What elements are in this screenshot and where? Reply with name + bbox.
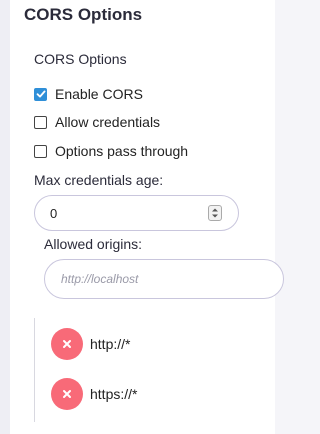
- allowed-origins-list: http://* https://*: [34, 318, 276, 422]
- close-icon: [63, 390, 71, 398]
- max-credentials-age-value: 0: [50, 206, 58, 221]
- origin-value: http://*: [90, 336, 131, 352]
- spinner-arrows-icon[interactable]: [208, 205, 222, 221]
- allowed-origins-label: Allowed origins:: [44, 236, 143, 252]
- origin-value: https://*: [90, 386, 138, 402]
- sidebar-edge: [0, 0, 10, 434]
- max-credentials-age-label: Max credentials age:: [34, 172, 164, 188]
- allow-credentials-checkbox[interactable]: [34, 115, 47, 129]
- remove-origin-button[interactable]: [51, 328, 83, 360]
- section-title: CORS Options: [24, 5, 143, 24]
- checkmark-icon: [36, 90, 45, 98]
- close-icon: [63, 340, 71, 348]
- allow-credentials-label: Allow credentials: [55, 114, 161, 130]
- options-pass-through-label: Options pass through: [55, 143, 189, 159]
- options-pass-through-checkbox-row[interactable]: Options pass through: [34, 141, 188, 161]
- allowed-origins-input[interactable]: http://localhost: [44, 259, 284, 299]
- enable-cors-checkbox[interactable]: [34, 87, 47, 101]
- allow-credentials-checkbox-row[interactable]: Allow credentials: [34, 112, 160, 132]
- group-title: CORS Options: [34, 51, 127, 67]
- options-pass-through-checkbox[interactable]: [34, 144, 47, 158]
- remove-origin-button[interactable]: [51, 378, 83, 410]
- enable-cors-label: Enable CORS: [55, 86, 143, 102]
- allowed-origins-placeholder: http://localhost: [61, 272, 139, 286]
- list-item: http://*: [51, 328, 130, 360]
- enable-cors-checkbox-row[interactable]: Enable CORS: [34, 84, 143, 104]
- max-credentials-age-input[interactable]: 0: [34, 195, 239, 231]
- list-item: https://*: [51, 378, 137, 410]
